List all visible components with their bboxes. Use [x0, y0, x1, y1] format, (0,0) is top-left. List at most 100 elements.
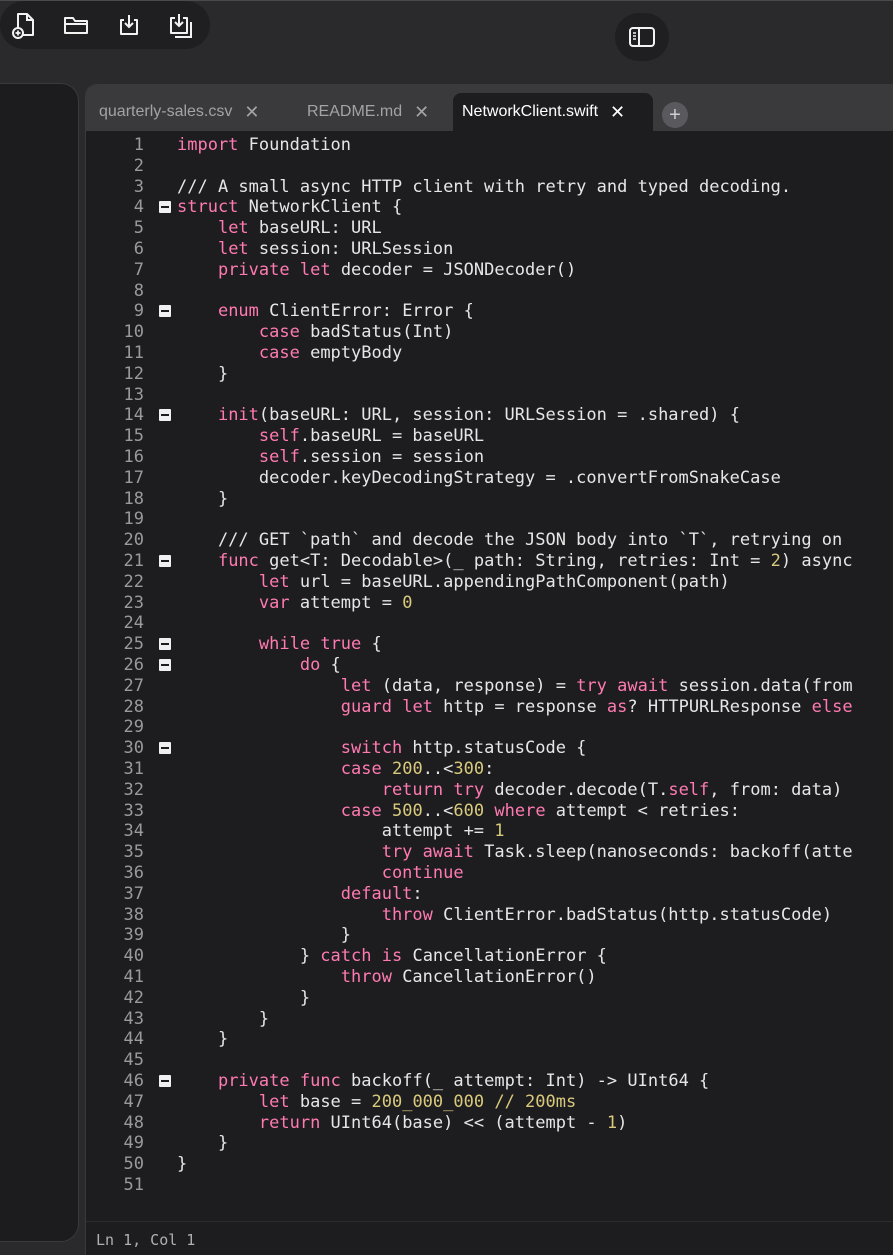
- line-number: 47: [123, 1091, 144, 1112]
- code-line: 47 let base = 200_000_000 // 200ms: [86, 1092, 893, 1113]
- code-line: 18 }: [86, 489, 893, 510]
- fold-toggle-icon[interactable]: [159, 638, 171, 651]
- fold-toggle-icon[interactable]: [159, 1075, 171, 1087]
- line-number: 44: [123, 1029, 144, 1050]
- code-text: do {: [299, 655, 341, 675]
- line-number: 9: [133, 301, 144, 322]
- code-text: case 500..<600 where attempt < retries:: [340, 800, 741, 821]
- code-line: 5 let baseURL: URL: [86, 218, 893, 239]
- close-icon[interactable]: ✕: [244, 102, 259, 123]
- code-line: 46 private func backoff(_ attempt: Int) …: [86, 1071, 893, 1092]
- code-text: func get<T: Decodable>(_ path: String, r…: [217, 551, 853, 571]
- code-line: 49 }: [86, 1133, 893, 1154]
- line-number: 33: [123, 800, 144, 821]
- code-text: default:: [340, 883, 423, 904]
- line-number: 41: [123, 967, 144, 987]
- code-line: 40 } catch is CancellationError {: [86, 946, 893, 967]
- code-line: 17 decoder.keyDecodingStrategy = .conver…: [86, 468, 893, 489]
- code-text: throw CancellationError(): [340, 967, 597, 987]
- fold-toggle-icon[interactable]: [159, 409, 171, 422]
- tab-bar: quarterly-sales.csv ✕ README.md ✕ Networ…: [86, 85, 893, 131]
- code-text: case badStatus(Int): [258, 322, 454, 343]
- line-number: 34: [123, 821, 144, 842]
- code-text: attempt += 1: [177, 821, 505, 842]
- code-text: init(baseURL: URL, session: URLSession =…: [217, 405, 740, 426]
- code-line: 51: [86, 1175, 893, 1196]
- line-number: 30: [123, 738, 144, 759]
- tab-label: NetworkClient.swift: [462, 103, 599, 120]
- tab-networkclient[interactable]: NetworkClient.swift ✕: [453, 93, 653, 131]
- line-number: 12: [123, 363, 144, 384]
- new-file-button[interactable]: [0, 1, 48, 49]
- code-line: 26 do {: [86, 655, 893, 676]
- line-number: 16: [123, 447, 144, 467]
- code-line: 1 import Foundation: [86, 135, 893, 156]
- code-text: import Foundation: [177, 135, 352, 155]
- fold-toggle-icon[interactable]: [159, 555, 171, 567]
- line-number: 19: [123, 509, 144, 530]
- code-line: 34 attempt += 1: [86, 821, 893, 842]
- toolbar: [0, 0, 893, 81]
- line-number: 23: [123, 592, 144, 613]
- code-text: let (data, response) = try await session…: [340, 675, 853, 696]
- code-text: /// GET `path` and decode the JSON body …: [177, 530, 843, 551]
- code-line: 16 self.session = session: [86, 447, 893, 468]
- code-line: 2: [86, 156, 893, 177]
- code-text: enum ClientError: Error {: [217, 301, 474, 322]
- code-editor[interactable]: 1 import Foundation 2 3 /// A small async HT…: [86, 131, 893, 1221]
- code-line: 3 /// A small async HTTP client with retr…: [86, 177, 893, 198]
- editor-window: quarterly-sales.csv ✕ README.md ✕ Networ…: [85, 84, 893, 1255]
- line-number: 6: [133, 239, 144, 259]
- new-file-icon: [12, 13, 34, 39]
- code-line: 24: [86, 613, 893, 634]
- fold-toggle-icon[interactable]: [159, 305, 171, 318]
- file-actions-group: [0, 1, 210, 49]
- code-text: throw ClientError.badStatus(http.statusC…: [381, 904, 833, 925]
- line-number: 20: [123, 530, 144, 551]
- open-folder-button[interactable]: [52, 1, 100, 49]
- line-number: 7: [133, 259, 144, 280]
- line-number: 26: [123, 655, 144, 675]
- code-line: 28 guard let http = response as? HTTPURL…: [86, 697, 893, 718]
- code-text: try await Task.sleep(nanoseconds: backof…: [381, 842, 853, 863]
- code-text: decoder.keyDecodingStrategy = .convertFr…: [177, 467, 781, 488]
- tab-label: README.md: [307, 103, 403, 120]
- line-number: 24: [123, 613, 144, 634]
- tab-readme[interactable]: README.md ✕: [294, 93, 444, 131]
- line-number: 40: [123, 946, 144, 967]
- line-number: 18: [123, 488, 144, 509]
- code-line: 44 }: [86, 1029, 893, 1050]
- save-button[interactable]: [157, 1, 205, 49]
- fold-toggle-icon[interactable]: [159, 201, 171, 214]
- fold-toggle-icon[interactable]: [159, 659, 171, 671]
- code-line: 22 let url = baseURL.appendingPathCompon…: [86, 572, 893, 593]
- code-text: return UInt64(base) << (attempt - 1): [258, 1112, 628, 1133]
- line-number: 46: [123, 1071, 144, 1091]
- sidebar-panel: [0, 83, 79, 1242]
- close-icon[interactable]: ✕: [610, 102, 625, 123]
- tab-quarterly-sales[interactable]: quarterly-sales.csv ✕: [86, 93, 284, 131]
- code-text: }: [177, 488, 229, 509]
- code-line: 13: [86, 385, 893, 406]
- line-number: 36: [123, 863, 144, 883]
- line-number: 8: [133, 280, 144, 301]
- code-text: continue: [381, 863, 464, 883]
- line-number: 43: [123, 1008, 144, 1029]
- code-line: 6 let session: URLSession: [86, 239, 893, 260]
- code-text: let baseURL: URL: [217, 218, 382, 239]
- code-line: 33 case 500..<600 where attempt < retrie…: [86, 801, 893, 822]
- line-number: 48: [123, 1112, 144, 1133]
- line-number: 51: [123, 1175, 144, 1195]
- close-icon[interactable]: ✕: [414, 102, 429, 123]
- sidebar-toggle-button[interactable]: [615, 13, 669, 61]
- line-number: 31: [123, 759, 144, 779]
- line-number: 29: [123, 717, 144, 738]
- tab-label: quarterly-sales.csv: [99, 103, 233, 120]
- code-text: switch http.statusCode {: [340, 738, 587, 759]
- fold-toggle-icon[interactable]: [159, 742, 171, 755]
- code-line: 41 throw CancellationError(): [86, 967, 893, 988]
- sidebar-toggle-icon: [629, 27, 655, 47]
- line-number: 27: [123, 675, 144, 696]
- download-button[interactable]: [105, 1, 153, 49]
- add-tab-button[interactable]: +: [662, 102, 688, 128]
